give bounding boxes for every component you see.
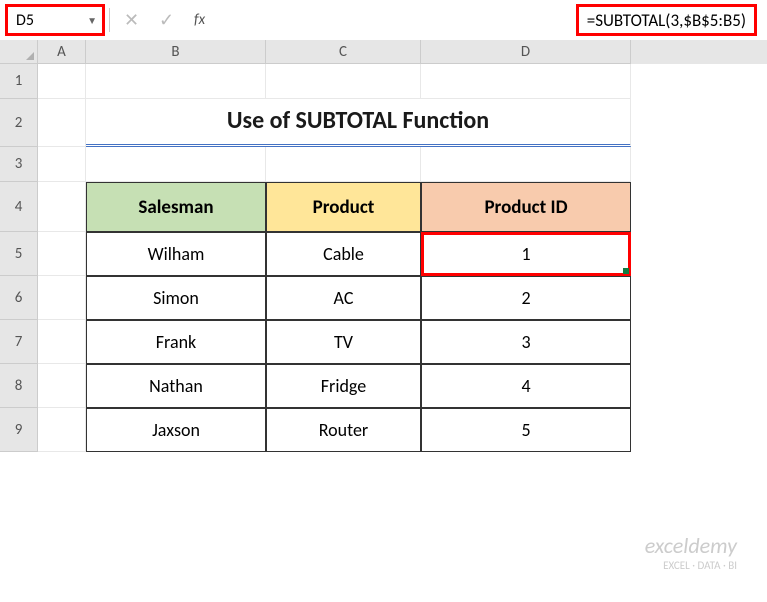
- header-product-id[interactable]: Product ID: [421, 182, 631, 232]
- cell[interactable]: [266, 147, 421, 182]
- watermark-tag: EXCEL · DATA · BI: [645, 559, 737, 572]
- cell[interactable]: [38, 182, 86, 232]
- selected-cell[interactable]: 1: [421, 232, 631, 276]
- cell[interactable]: [38, 320, 86, 364]
- data-cell[interactable]: Simon: [86, 276, 266, 320]
- data-cell[interactable]: 2: [421, 276, 631, 320]
- column-headers: A B C D: [0, 40, 767, 64]
- cell[interactable]: [38, 408, 86, 452]
- data-cell[interactable]: 4: [421, 364, 631, 408]
- col-header-c[interactable]: C: [266, 40, 421, 64]
- spreadsheet-grid: A B C D 1 2 Use of SUBTOTAL Function 3 4…: [0, 40, 767, 452]
- enter-icon[interactable]: ✓: [149, 3, 184, 38]
- data-cell[interactable]: Nathan: [86, 364, 266, 408]
- chevron-down-icon[interactable]: ▼: [87, 14, 97, 27]
- cancel-icon[interactable]: ✕: [114, 3, 149, 38]
- row-header-1[interactable]: 1: [0, 64, 38, 99]
- cell[interactable]: [38, 99, 86, 147]
- cell[interactable]: [266, 64, 421, 99]
- row-7: 7 Frank TV 3: [0, 320, 767, 364]
- row-1: 1: [0, 64, 767, 99]
- data-cell[interactable]: Wilham: [86, 232, 266, 276]
- row-header-8[interactable]: 8: [0, 364, 38, 408]
- cell[interactable]: [421, 147, 631, 182]
- cell[interactable]: [38, 276, 86, 320]
- row-header-9[interactable]: 9: [0, 408, 38, 452]
- data-cell[interactable]: Router: [266, 408, 421, 452]
- cell[interactable]: [421, 64, 631, 99]
- row-header-7[interactable]: 7: [0, 320, 38, 364]
- select-all-corner[interactable]: [0, 40, 38, 64]
- watermark: exceldemy EXCEL · DATA · BI: [645, 532, 737, 572]
- formula-bar: D5 ▼ ✕ ✓ fx =SUBTOTAL(3,$B$5:B5): [0, 0, 767, 40]
- data-cell[interactable]: 3: [421, 320, 631, 364]
- row-5: 5 Wilham Cable 1: [0, 232, 767, 276]
- data-cell[interactable]: TV: [266, 320, 421, 364]
- cell[interactable]: [38, 364, 86, 408]
- cell-reference: D5: [16, 11, 34, 30]
- row-4: 4 Salesman Product Product ID: [0, 182, 767, 232]
- row-6: 6 Simon AC 2: [0, 276, 767, 320]
- data-cell[interactable]: AC: [266, 276, 421, 320]
- row-9: 9 Jaxson Router 5: [0, 408, 767, 452]
- data-cell[interactable]: Jaxson: [86, 408, 266, 452]
- formula-input[interactable]: =SUBTOTAL(3,$B$5:B5): [576, 4, 757, 36]
- watermark-brand: exceldemy: [645, 532, 737, 559]
- data-cell[interactable]: Frank: [86, 320, 266, 364]
- row-header-6[interactable]: 6: [0, 276, 38, 320]
- col-header-d[interactable]: D: [421, 40, 631, 64]
- separator: [109, 8, 110, 32]
- title-cell[interactable]: Use of SUBTOTAL Function: [86, 99, 631, 147]
- row-3: 3: [0, 147, 767, 182]
- data-cell[interactable]: Fridge: [266, 364, 421, 408]
- data-cell[interactable]: 5: [421, 408, 631, 452]
- name-box[interactable]: D5 ▼: [5, 4, 105, 36]
- cell[interactable]: [38, 147, 86, 182]
- header-product[interactable]: Product: [266, 182, 421, 232]
- col-header-b[interactable]: B: [86, 40, 266, 64]
- fx-icon[interactable]: fx: [194, 11, 205, 29]
- row-2: 2 Use of SUBTOTAL Function: [0, 99, 767, 147]
- data-cell[interactable]: Cable: [266, 232, 421, 276]
- row-header-2[interactable]: 2: [0, 99, 38, 147]
- formula-text: =SUBTOTAL(3,$B$5:B5): [587, 10, 746, 31]
- cell[interactable]: [86, 147, 266, 182]
- col-header-a[interactable]: A: [38, 40, 86, 64]
- cell[interactable]: [86, 64, 266, 99]
- cell[interactable]: [38, 64, 86, 99]
- row-header-3[interactable]: 3: [0, 147, 38, 182]
- row-8: 8 Nathan Fridge 4: [0, 364, 767, 408]
- row-header-5[interactable]: 5: [0, 232, 38, 276]
- row-header-4[interactable]: 4: [0, 182, 38, 232]
- header-salesman[interactable]: Salesman: [86, 182, 266, 232]
- cell[interactable]: [38, 232, 86, 276]
